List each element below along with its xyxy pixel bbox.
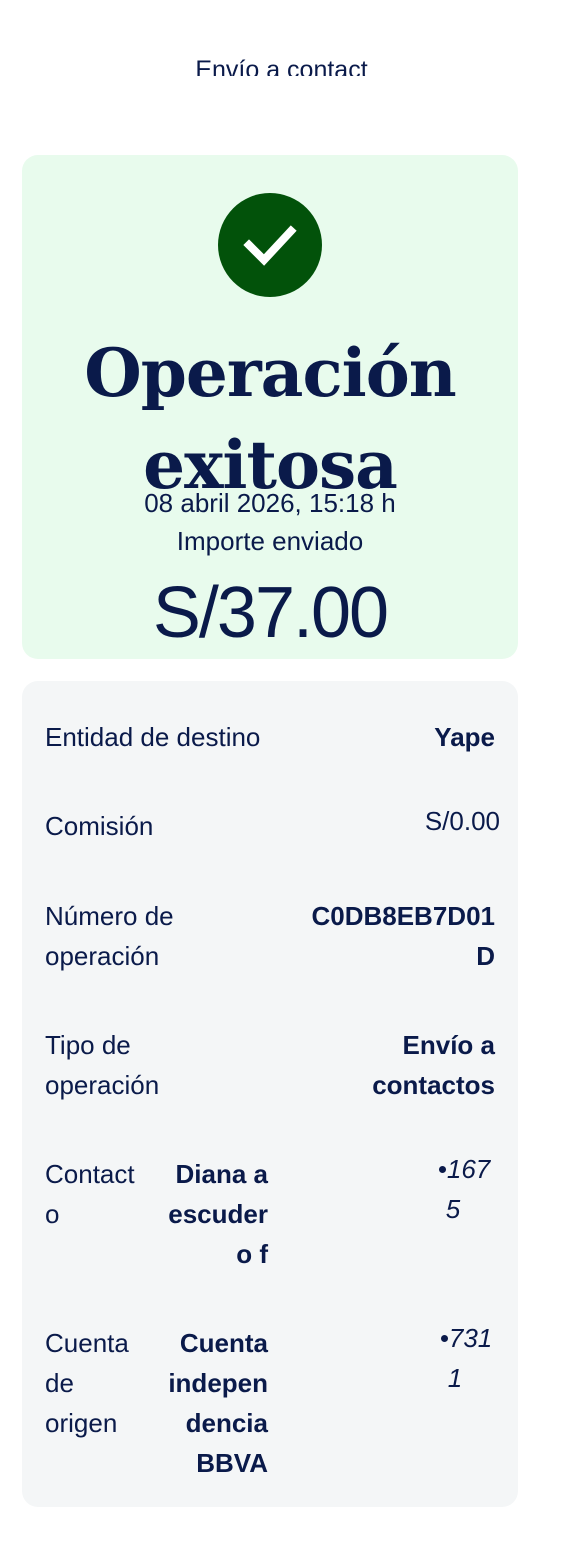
contact-label: Contact o — [45, 1154, 135, 1234]
contact-phone-suffix-line2: 5 — [445, 1194, 461, 1224]
origin-account-name-line2: indepen — [168, 1368, 268, 1398]
origin-account-label: Cuenta de origen — [45, 1323, 129, 1443]
operation-datetime: 08 abril 2026, 15:18 h — [144, 488, 396, 518]
contact-label-line2: o — [45, 1199, 60, 1229]
origin-account-name-line3: dencia — [185, 1408, 268, 1438]
operation-number-value-line2: D — [476, 941, 495, 971]
origin-account-suffix: •731 1 — [426, 1318, 506, 1398]
operation-type-label: Tipo de operación — [45, 1025, 159, 1105]
amount-value: S/37.00 — [152, 573, 389, 653]
details-card: Entidad de destino Yape Comisión S/0.00 … — [22, 681, 518, 1507]
operation-number-label-line2: operación — [45, 941, 160, 971]
top-bar: Envío a contact — [0, 0, 563, 80]
destination-label: Entidad de destino — [45, 722, 261, 752]
operation-number-label-line1: Número de — [45, 901, 174, 931]
origin-account-name: Cuenta indepen dencia BBVA — [142, 1323, 268, 1483]
operation-number-value: C0DB8EB7D01 D — [311, 896, 495, 976]
operation-type-label-line1: Tipo de — [45, 1030, 131, 1060]
contact-name-line3: o f — [236, 1239, 268, 1269]
origin-account-name-line1: Cuenta — [179, 1328, 268, 1358]
contact-phone-suffix-line1: •167 — [437, 1154, 491, 1184]
operation-type-value: Envío a contactos — [372, 1025, 495, 1105]
check-icon — [218, 193, 322, 297]
contact-name-line1: Diana a — [175, 1159, 269, 1189]
operation-type-value-line1: Envío a — [402, 1030, 495, 1060]
origin-account-suffix-line2: 1 — [447, 1363, 463, 1393]
commission-value: S/0.00 — [424, 806, 500, 836]
origin-account-label-line1: Cuenta — [45, 1328, 129, 1358]
success-card: Operación exitosa 08 abril 2026, 15:18 h… — [22, 155, 518, 659]
success-title: Operación exitosa — [22, 327, 518, 511]
operation-number-value-line1: C0DB8EB7D01 — [311, 901, 495, 931]
commission-label: Comisión — [45, 811, 154, 841]
screen-title: Envío a contact — [195, 56, 368, 76]
operation-number-label: Número de operación — [45, 896, 174, 976]
operation-type-value-line2: contactos — [372, 1070, 495, 1100]
origin-account-label-line3: origen — [45, 1408, 118, 1438]
origin-account-suffix-line1: •731 — [439, 1323, 493, 1353]
contact-name: Diana a escuder o f — [152, 1154, 268, 1274]
contact-name-line2: escuder — [168, 1199, 268, 1229]
contact-label-line1: Contact — [45, 1159, 135, 1189]
origin-account-label-line2: de — [45, 1368, 74, 1398]
contact-phone-suffix: •167 5 — [424, 1149, 504, 1229]
amount-label: Importe enviado — [176, 526, 364, 556]
destination-value: Yape — [434, 722, 495, 752]
origin-account-name-line4: BBVA — [196, 1448, 268, 1478]
operation-type-label-line2: operación — [45, 1070, 160, 1100]
success-title-line1: Operación — [84, 334, 456, 412]
